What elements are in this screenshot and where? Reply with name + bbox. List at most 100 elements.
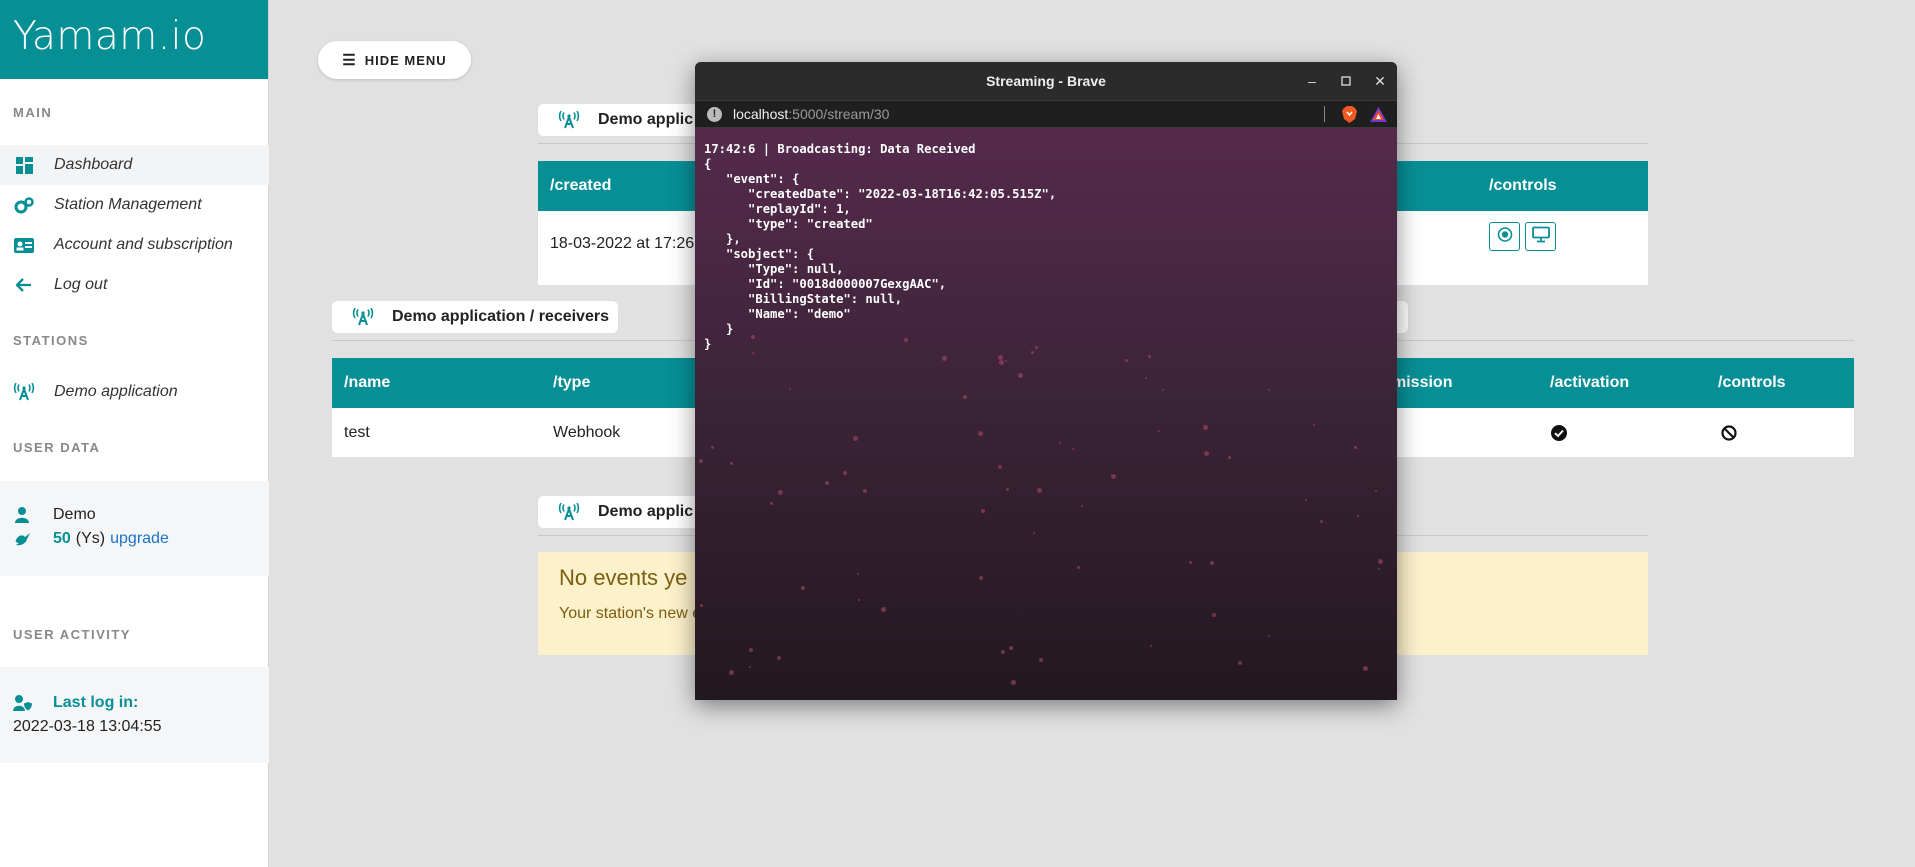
- col-created: /created: [550, 177, 612, 194]
- background-particle: [1210, 561, 1214, 565]
- section-main-label: MAIN: [13, 105, 53, 120]
- background-particle: [1033, 532, 1035, 534]
- last-login-label: Last log in:: [53, 694, 139, 711]
- sidebar-item-demo-application[interactable]: Demo application: [0, 372, 269, 412]
- id-card-icon: [12, 237, 36, 253]
- receiver-type-cell: Webhook: [553, 423, 621, 441]
- background-particle: [1212, 613, 1216, 617]
- background-particle: [730, 462, 733, 465]
- user-name: Demo: [53, 506, 96, 523]
- address-bar[interactable]: ! localhost :5000/stream/30: [695, 100, 1397, 128]
- background-particle: [1189, 561, 1192, 564]
- background-particle: [1037, 488, 1042, 493]
- user-data-box: Demo 50 (Ys) upgrade: [0, 481, 269, 576]
- background-particle: [858, 599, 860, 601]
- background-particle: [1228, 456, 1231, 459]
- background-particle: [1145, 377, 1147, 379]
- bird-icon: [13, 531, 31, 547]
- alert-description: Your station's new e: [559, 605, 702, 622]
- background-particle: [979, 576, 983, 580]
- check-circle-icon[interactable]: [1551, 424, 1567, 441]
- background-particle: [863, 489, 867, 493]
- hide-menu-button[interactable]: ☰ HIDE MENU: [318, 41, 471, 79]
- brand-logo[interactable]: Yamam.io: [0, 0, 268, 79]
- maximize-icon[interactable]: [1329, 62, 1363, 100]
- user-shield-icon: [13, 695, 33, 711]
- close-icon[interactable]: ✕: [1363, 62, 1397, 100]
- background-particle: [1378, 559, 1383, 564]
- sidebar-item-dashboard[interactable]: Dashboard: [0, 145, 269, 185]
- background-particle: [777, 656, 781, 660]
- background-particle: [881, 607, 886, 612]
- sidebar-item-label: Station Management: [54, 196, 202, 213]
- background-particle: [1204, 451, 1209, 456]
- antenna-icon: [558, 503, 580, 521]
- arrow-left-icon: [12, 278, 36, 292]
- separator: [1324, 106, 1325, 122]
- site-info-icon[interactable]: !: [707, 106, 722, 122]
- sidebar-item-account[interactable]: Account and subscription: [0, 225, 269, 265]
- col-type: /type: [553, 374, 591, 391]
- background-particle: [749, 666, 751, 668]
- section-title: Demo applic: [598, 503, 694, 520]
- section-user-data-label: USER DATA: [13, 440, 101, 455]
- brave-shield-icon[interactable]: [1342, 106, 1357, 126]
- monitor-icon: [1531, 226, 1550, 247]
- background-particle: [1111, 474, 1116, 479]
- window-title: Streaming - Brave: [986, 73, 1106, 89]
- sidebar-item-station-management[interactable]: Station Management: [0, 185, 269, 225]
- background-particle: [778, 490, 783, 495]
- background-particle: [1363, 666, 1368, 671]
- background-particle: [1320, 520, 1323, 523]
- background-particle: [1158, 430, 1160, 432]
- background-particle: [853, 436, 858, 441]
- col-activation: /activation: [1550, 374, 1630, 391]
- background-particle: [1357, 515, 1359, 517]
- sidebar: Yamam.io MAIN Dashboard Station Manageme…: [0, 0, 269, 867]
- background-particle: [729, 670, 734, 675]
- section-title: Demo application / receivers: [392, 308, 609, 325]
- sidebar-item-label: Account and subscription: [54, 236, 233, 253]
- background-particle: [749, 648, 753, 652]
- background-particle: [1001, 650, 1005, 654]
- section-pill-receivers: Demo application / receivers: [332, 301, 618, 333]
- url-path: :5000/stream/30: [788, 106, 890, 122]
- url-host: localhost: [733, 106, 789, 122]
- background-particle: [700, 604, 703, 607]
- minimize-icon[interactable]: –: [1295, 62, 1329, 100]
- section-title: Demo applic: [598, 111, 694, 128]
- gears-icon: [12, 196, 36, 214]
- grid-icon: [12, 156, 36, 174]
- menu-icon: ☰: [342, 52, 357, 69]
- background-particle: [711, 446, 714, 449]
- sidebar-item-label: Demo application: [54, 383, 178, 400]
- background-particle: [1354, 446, 1357, 449]
- sidebar-item-label: Dashboard: [54, 156, 133, 173]
- background-particle: [789, 388, 791, 390]
- record-button[interactable]: [1489, 222, 1520, 251]
- upgrade-link[interactable]: upgrade: [110, 530, 169, 548]
- background-particle: [770, 502, 773, 505]
- stream-output: 17:42:6 | Broadcasting: Data Received { …: [695, 128, 1397, 700]
- brave-rewards-icon[interactable]: [1370, 107, 1387, 125]
- background-particle: [1072, 448, 1074, 450]
- sidebar-item-label: Log out: [54, 276, 108, 293]
- monitor-button[interactable]: [1525, 222, 1556, 251]
- record-icon: [1497, 226, 1513, 247]
- antenna-icon: [12, 383, 36, 401]
- background-particle: [978, 431, 983, 436]
- user-activity-box: Last log in: 2022-03-18 13:04:55: [0, 667, 269, 763]
- background-particle: [963, 395, 967, 399]
- ban-icon[interactable]: [1721, 424, 1737, 441]
- background-particle: [1059, 442, 1061, 444]
- background-particle: [1203, 425, 1208, 430]
- antenna-icon: [558, 111, 580, 129]
- background-particle: [998, 465, 1002, 469]
- window-titlebar[interactable]: Streaming - Brave – ✕: [695, 62, 1397, 100]
- background-particle: [1378, 568, 1380, 570]
- background-particle: [1081, 505, 1083, 507]
- background-particle: [1162, 389, 1164, 391]
- background-particle: [1018, 373, 1023, 378]
- hide-menu-label: HIDE MENU: [364, 52, 447, 68]
- sidebar-item-logout[interactable]: Log out: [0, 265, 269, 305]
